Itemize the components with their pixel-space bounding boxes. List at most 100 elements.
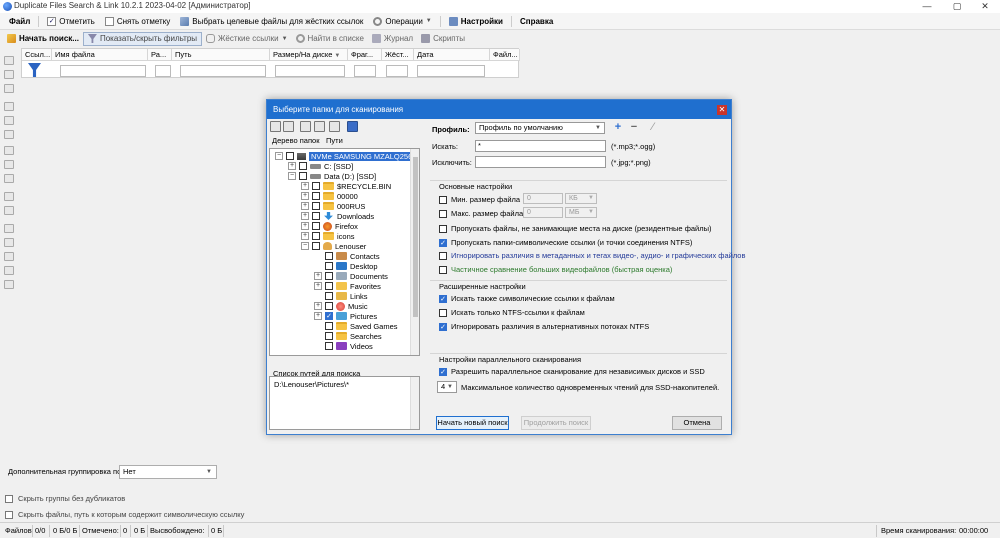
filter-date-input[interactable] — [417, 65, 485, 77]
partial-video-checkbox[interactable]: Частичное сравнение больших видеофайлов … — [439, 265, 672, 274]
tree-checkbox[interactable] — [312, 182, 320, 190]
column-header[interactable]: Ссыл... — [22, 49, 52, 61]
expand-icon[interactable]: + — [314, 302, 322, 310]
tree-checkbox[interactable] — [325, 272, 333, 280]
menu-file[interactable]: Файл — [4, 13, 35, 30]
tree-node[interactable]: Contacts — [314, 251, 380, 261]
tree-node[interactable]: Desktop — [314, 261, 378, 271]
rename-profile-icon[interactable]: ⁄ — [648, 122, 658, 133]
expand-icon[interactable]: + — [301, 202, 309, 210]
max-size-checkbox[interactable]: Макс. размер файла — [439, 209, 523, 218]
add-profile-icon[interactable]: + — [613, 122, 623, 133]
expand-icon[interactable]: + — [314, 272, 322, 280]
tree-node[interactable]: Links — [314, 291, 368, 301]
tree-checkbox[interactable] — [299, 172, 307, 180]
expand-icon[interactable]: + — [301, 212, 309, 220]
filter-ext-input[interactable] — [155, 65, 171, 77]
scripts-button[interactable]: Скрипты — [417, 32, 469, 46]
search-mask-input[interactable]: * — [475, 140, 606, 152]
collapse-icon[interactable]: − — [275, 152, 283, 160]
expand-icon[interactable]: + — [301, 182, 309, 190]
tool-icon[interactable] — [4, 252, 14, 261]
drive-icon[interactable] — [300, 121, 311, 132]
tree-node[interactable]: +00000 — [301, 191, 358, 201]
column-header[interactable]: Путь — [172, 49, 270, 61]
find-symlinks-checkbox[interactable]: ✓ Искать также символические ссылки к фай… — [439, 294, 615, 303]
tree-checkbox[interactable] — [312, 192, 320, 200]
column-header[interactable]: Имя файла — [52, 49, 148, 61]
tool-icon[interactable] — [4, 174, 14, 183]
tool-icon[interactable] — [4, 160, 14, 169]
collapse-icon[interactable]: − — [301, 242, 309, 250]
cancel-button[interactable]: Отмена — [672, 416, 722, 430]
expand-all-icon[interactable] — [270, 121, 281, 132]
expand-icon[interactable]: + — [314, 282, 322, 290]
min-size-unit-select[interactable]: КБ ▼ — [565, 193, 597, 204]
tree-checkbox[interactable] — [325, 292, 333, 300]
path-list[interactable]: D:\Lenouser\Pictures\* — [269, 376, 420, 430]
tree-checkbox[interactable] — [312, 202, 320, 210]
ignore-streams-checkbox[interactable]: ✓ Игнорировать различия в альтернативных … — [439, 322, 649, 331]
tree-checkbox[interactable] — [312, 232, 320, 240]
tool-icon[interactable] — [4, 280, 14, 289]
expand-icon[interactable]: + — [301, 192, 309, 200]
tree-checkbox[interactable] — [325, 252, 333, 260]
collapse-icon[interactable]: − — [288, 172, 296, 180]
tree-checkbox[interactable] — [286, 152, 294, 160]
tree-checkbox[interactable] — [325, 342, 333, 350]
tree-node[interactable]: Searches — [314, 331, 382, 341]
min-size-input[interactable]: 0 — [523, 193, 563, 204]
minimize-button[interactable]: — — [914, 0, 940, 13]
tree-node[interactable]: − Lenouser — [301, 241, 366, 251]
min-size-checkbox[interactable]: Мин. размер файла — [439, 195, 520, 204]
profile-select[interactable]: Профиль по умолчанию ▼ — [475, 122, 605, 134]
toggle-filters-button[interactable]: Показать/скрыть фильтры — [82, 31, 203, 46]
column-header[interactable]: Файл... — [490, 49, 520, 61]
tree-node[interactable]: + icons — [301, 231, 355, 241]
tree-checkbox[interactable] — [325, 322, 333, 330]
tool-icon[interactable] — [4, 146, 14, 155]
expand-icon[interactable]: + — [301, 222, 309, 230]
menu-settings[interactable]: Настройки — [444, 13, 508, 30]
maximize-button[interactable]: ▢ — [944, 0, 970, 13]
journal-button[interactable]: Журнал — [368, 32, 417, 46]
tool-icon[interactable] — [4, 130, 14, 139]
parallel-count-select[interactable]: 4 ▼ — [437, 381, 457, 393]
tree-view-icon[interactable] — [347, 121, 358, 132]
tree-node[interactable]: + $RECYCLE.BIN — [301, 181, 391, 191]
scrollbar-thumb[interactable] — [413, 157, 418, 317]
continue-search-button[interactable]: Продолжить поиск — [521, 416, 591, 430]
max-size-unit-select[interactable]: МБ ▼ — [565, 207, 597, 218]
tool-icon[interactable] — [4, 116, 14, 125]
tree-checkbox[interactable] — [325, 302, 333, 310]
hide-symlink-path-checkbox[interactable]: Скрыть файлы, путь к которым содержит си… — [5, 510, 244, 519]
tab-tree[interactable]: Дерево папок — [272, 136, 320, 145]
column-header[interactable]: Размер/На диске ▼ — [270, 49, 348, 61]
tool-icon[interactable] — [4, 192, 14, 201]
tree-checkbox[interactable] — [325, 282, 333, 290]
tool-icon[interactable] — [4, 56, 14, 65]
close-window-button[interactable]: ✕ — [972, 0, 998, 13]
tree-node[interactable]: + Music — [314, 301, 368, 311]
tool-icon[interactable] — [4, 84, 14, 93]
tree-checkbox[interactable] — [325, 262, 333, 270]
tree-node[interactable]: + Downloads — [301, 211, 374, 221]
filter-size-input[interactable] — [275, 65, 345, 77]
expand-icon[interactable]: + — [314, 312, 322, 320]
path-list-scrollbar[interactable] — [410, 377, 419, 429]
filter-path-input[interactable] — [180, 65, 266, 77]
start-search-button[interactable]: Начать поиск... — [3, 32, 83, 46]
filter-name-input[interactable] — [60, 65, 146, 77]
network-icon[interactable] — [314, 121, 325, 132]
max-size-input[interactable]: 0 — [523, 207, 563, 218]
hard-links-button[interactable]: Жёсткие ссылки ▼ — [202, 32, 291, 46]
tree-checkbox[interactable] — [325, 332, 333, 340]
user-icon[interactable] — [329, 121, 340, 132]
tool-icon[interactable] — [4, 102, 14, 111]
column-header[interactable]: Фраг... — [348, 49, 382, 61]
check-all-icon[interactable] — [283, 121, 294, 132]
tree-checkbox[interactable] — [312, 242, 320, 250]
tool-icon[interactable] — [4, 224, 14, 233]
expand-icon[interactable]: + — [288, 162, 296, 170]
filter-funnel-icon[interactable] — [28, 63, 41, 77]
